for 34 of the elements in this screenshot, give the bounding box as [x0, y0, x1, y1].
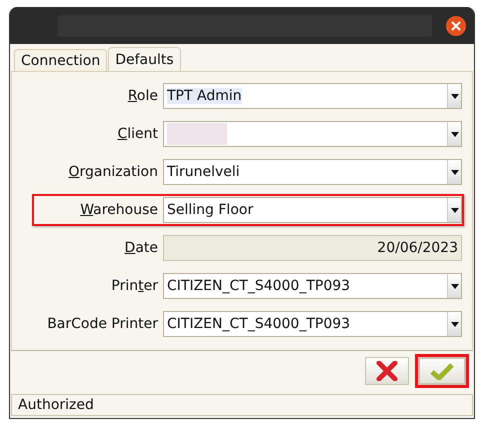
- field-label: Printer: [110, 277, 158, 295]
- dropdown-button[interactable]: [447, 274, 461, 298]
- dropdown-button[interactable]: [447, 312, 461, 336]
- combo-box[interactable]: CITIZEN_CT_S4000_TP093: [163, 311, 462, 337]
- caret-icon: [450, 208, 458, 212]
- dropdown-button[interactable]: [447, 84, 461, 108]
- dropdown-button[interactable]: [447, 160, 461, 184]
- caret-icon: [450, 94, 458, 98]
- close-icon: [451, 20, 461, 30]
- combo-box[interactable]: TPT Admin: [163, 83, 462, 109]
- tab[interactable]: Defaults: [108, 47, 181, 71]
- field-label: Organization: [67, 163, 158, 181]
- caret-icon: [450, 322, 458, 326]
- dropdown-button[interactable]: [447, 198, 461, 222]
- combo-box[interactable]: Selling Floor: [163, 197, 462, 223]
- tab[interactable]: Connection: [14, 49, 108, 71]
- field-label: BarCode Printer: [46, 315, 158, 333]
- caret-icon: [450, 284, 458, 288]
- caret-icon: [450, 132, 458, 136]
- field-label: Date: [124, 239, 158, 257]
- dropdown-button[interactable]: [447, 122, 461, 146]
- close-button[interactable]: [446, 16, 466, 36]
- field-label: Warehouse: [79, 201, 158, 219]
- date-field[interactable]: 20/06/2023: [163, 235, 462, 261]
- status-bar: Authorized: [11, 394, 473, 416]
- cross-icon: [376, 361, 398, 381]
- cancel-button[interactable]: [365, 357, 409, 385]
- check-icon: [430, 362, 454, 380]
- caret-icon: [450, 170, 458, 174]
- ok-button[interactable]: [415, 354, 469, 388]
- combo-box[interactable]: Tirunelveli: [163, 159, 462, 185]
- field-label: Client: [116, 125, 158, 143]
- field-label: Role: [126, 87, 158, 105]
- combo-box[interactable]: CITIZEN_CT_S4000_TP093: [163, 273, 462, 299]
